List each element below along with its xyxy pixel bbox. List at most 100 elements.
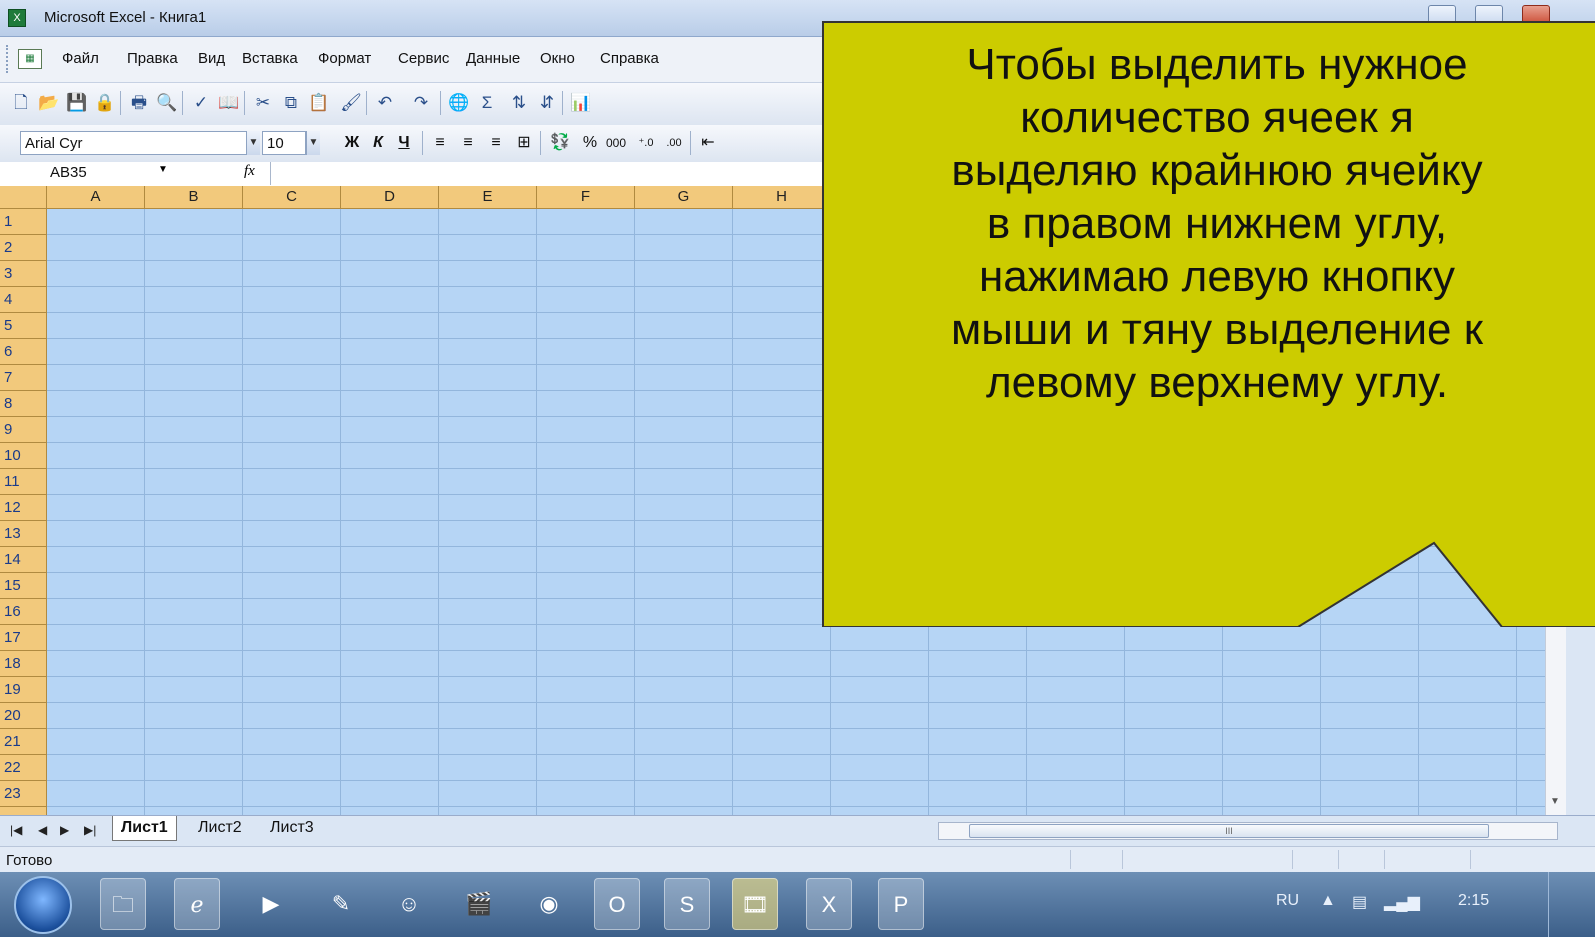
cut-icon[interactable]: ✂ (252, 92, 274, 114)
row-header[interactable]: 18 (0, 651, 46, 677)
new-icon[interactable]: 🗋 (10, 92, 32, 114)
name-box[interactable]: AB35 (20, 162, 150, 185)
merge-center-icon[interactable]: ⊞ (512, 131, 536, 155)
opera-icon[interactable]: O (594, 878, 640, 930)
row-header[interactable]: 20 (0, 703, 46, 729)
prev-sheet-icon[interactable]: ◀ (38, 823, 47, 837)
clock[interactable]: 2:15 (1458, 892, 1489, 910)
network-icon[interactable]: ▤ (1352, 892, 1367, 912)
movie-maker-icon[interactable]: 🎞 (732, 878, 778, 930)
menu-window[interactable]: Окно (540, 50, 575, 67)
chart-wizard-icon[interactable]: 📊 (570, 92, 592, 114)
row-header[interactable]: 10 (0, 443, 46, 469)
paste-icon[interactable]: 📋 (308, 92, 330, 114)
skype-icon[interactable]: S (664, 878, 710, 930)
menu-help[interactable]: Справка (600, 50, 659, 67)
row-header[interactable]: 14 (0, 547, 46, 573)
format-painter-icon[interactable]: 🖌 (340, 92, 362, 114)
menu-insert[interactable]: Вставка (242, 50, 298, 67)
column-header-a[interactable]: A (47, 186, 145, 208)
menu-data[interactable]: Данные (466, 50, 520, 67)
spelling-icon[interactable]: ✓ (190, 92, 212, 114)
workbook-icon[interactable]: ▦ (18, 49, 42, 69)
excel-app-icon[interactable]: X (8, 9, 26, 27)
underline-button[interactable]: Ч (392, 131, 416, 155)
row-header[interactable]: 15 (0, 573, 46, 599)
explorer-icon[interactable]: 🗀 (100, 878, 146, 930)
row-header[interactable]: 4 (0, 287, 46, 313)
print-preview-icon[interactable]: 🔍 (156, 92, 178, 114)
insert-function-icon[interactable]: fx (244, 163, 255, 180)
align-right-icon[interactable]: ≡ (484, 131, 508, 155)
internet-explorer-icon[interactable]: ℯ (174, 878, 220, 930)
thousands-button[interactable]: 000 (604, 131, 628, 155)
bold-button[interactable]: Ж (340, 131, 364, 155)
print-icon[interactable]: 🖶 (128, 92, 150, 114)
messenger-icon[interactable]: ☺ (386, 878, 432, 930)
select-all-corner[interactable] (0, 186, 47, 208)
tab-sheet1[interactable]: Лист1 (112, 816, 177, 841)
column-header-d[interactable]: D (341, 186, 439, 208)
redo-icon[interactable]: ↷ (410, 92, 432, 114)
name-box-dropdown-icon[interactable]: ▼ (158, 164, 168, 175)
column-header-h[interactable]: H (733, 186, 831, 208)
row-header[interactable]: 5 (0, 313, 46, 339)
next-sheet-icon[interactable]: ▶ (60, 823, 69, 837)
row-header[interactable]: 11 (0, 469, 46, 495)
row-header[interactable]: 7 (0, 365, 46, 391)
row-header[interactable]: 23 (0, 781, 46, 807)
row-header[interactable]: 1 (0, 209, 46, 235)
column-header-f[interactable]: F (537, 186, 635, 208)
column-header-e[interactable]: E (439, 186, 537, 208)
row-header[interactable]: 22 (0, 755, 46, 781)
menu-view[interactable]: Вид (198, 50, 225, 67)
row-header[interactable]: 6 (0, 339, 46, 365)
tray-expand-icon[interactable]: ▲ (1320, 892, 1336, 910)
video-icon[interactable]: 🎬 (456, 878, 502, 930)
row-header[interactable]: 21 (0, 729, 46, 755)
media-player-icon[interactable]: ▶ (248, 878, 294, 930)
menu-tools[interactable]: Сервис (398, 50, 449, 67)
row-header[interactable]: 12 (0, 495, 46, 521)
save-icon[interactable]: 💾 (66, 92, 88, 114)
align-center-icon[interactable]: ≡ (456, 131, 480, 155)
open-icon[interactable]: 📂 (38, 92, 60, 114)
tab-sheet2[interactable]: Лист2 (190, 816, 250, 840)
globe-icon[interactable]: ◉ (526, 878, 572, 930)
percent-button[interactable]: % (578, 131, 602, 155)
row-header[interactable]: 3 (0, 261, 46, 287)
decrease-decimal-icon[interactable]: .00 (662, 131, 686, 155)
font-name-combo[interactable]: Arial Cyr (20, 131, 260, 155)
italic-button[interactable]: К (366, 131, 390, 155)
horizontal-scrollbar[interactable]: III (938, 822, 1558, 840)
autosum-icon[interactable]: Σ (476, 92, 498, 114)
font-size-combo[interactable]: 10 (262, 131, 306, 155)
row-header[interactable]: 9 (0, 417, 46, 443)
permission-icon[interactable]: 🔒 (94, 92, 116, 114)
row-header[interactable]: 16 (0, 599, 46, 625)
increase-decimal-icon[interactable]: ⁺.0 (634, 131, 658, 155)
paint-icon[interactable]: ✎ (318, 878, 364, 930)
undo-icon[interactable]: ↶ (374, 92, 396, 114)
align-left-icon[interactable]: ≡ (428, 131, 452, 155)
excel-taskbar-icon[interactable]: X (806, 878, 852, 930)
currency-icon[interactable]: 💱 (548, 131, 572, 155)
tab-sheet3[interactable]: Лист3 (262, 816, 322, 840)
column-header-c[interactable]: C (243, 186, 341, 208)
sort-descending-icon[interactable]: ⇵ (536, 92, 558, 114)
signal-icon[interactable]: ▂▄▆ (1384, 892, 1420, 912)
research-icon[interactable]: 📖 (218, 92, 240, 114)
font-dropdown-arrow[interactable]: ▼ (246, 131, 260, 155)
language-indicator[interactable]: RU (1276, 892, 1299, 910)
row-header[interactable]: 13 (0, 521, 46, 547)
menu-format[interactable]: Формат (318, 50, 371, 67)
size-dropdown-arrow[interactable]: ▼ (306, 131, 320, 155)
first-sheet-icon[interactable]: |◀ (10, 823, 22, 837)
copy-icon[interactable]: ⧉ (280, 92, 302, 114)
row-header[interactable]: 19 (0, 677, 46, 703)
column-header-b[interactable]: B (145, 186, 243, 208)
row-header[interactable]: 17 (0, 625, 46, 651)
powerpoint-taskbar-icon[interactable]: P (878, 878, 924, 930)
toolbar-grip[interactable] (6, 45, 11, 73)
decrease-indent-icon[interactable]: ⇤ (696, 131, 720, 155)
